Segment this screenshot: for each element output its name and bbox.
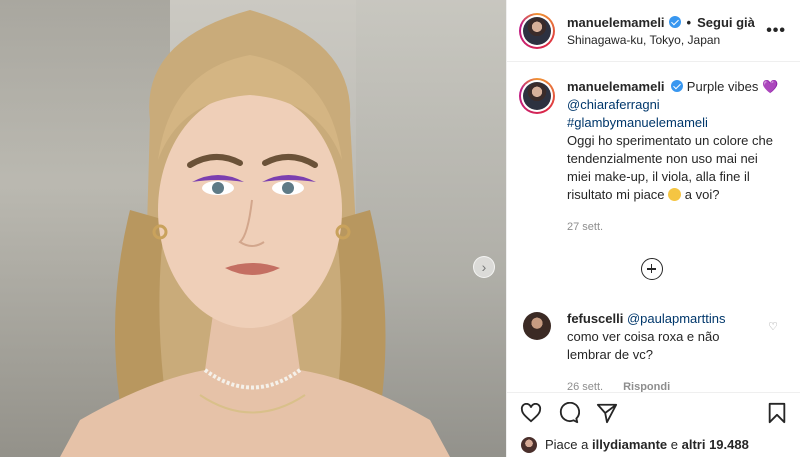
post-location[interactable]: Shinagawa-ku, Tokyo, Japan bbox=[567, 33, 755, 47]
following-button[interactable]: Segui già bbox=[697, 15, 755, 30]
comment-mention-link[interactable]: @paulapmarttins bbox=[627, 311, 725, 326]
caption-avatar[interactable] bbox=[519, 78, 555, 114]
post-caption: manuelemameli Purple vibes 💜 @chiaraferr… bbox=[519, 78, 784, 236]
post-header: manuelemameli • Segui già Shinagawa-ku, … bbox=[507, 0, 800, 62]
purple-heart-emoji: 💜 bbox=[761, 79, 779, 94]
post-photo[interactable]: › bbox=[0, 0, 506, 457]
save-bookmark-icon[interactable] bbox=[765, 401, 789, 425]
caption-avatar-image bbox=[523, 82, 551, 110]
caption-hashtag-link[interactable]: #glambymanuelemameli bbox=[567, 115, 708, 130]
grimacing-face-emoji-icon bbox=[668, 188, 682, 201]
separator-dot: • bbox=[686, 14, 692, 30]
comment-like-heart-icon[interactable]: ♡ bbox=[768, 320, 778, 333]
likes-prefix: Piace a bbox=[545, 437, 589, 452]
caption-text-start: Purple vibes bbox=[686, 79, 759, 94]
action-bar bbox=[507, 392, 800, 432]
plus-circle-icon[interactable] bbox=[640, 258, 663, 280]
commenter-username[interactable]: fefuscelli bbox=[567, 311, 623, 326]
likes-summary: Piace a illydiamante e altri 19.488 bbox=[507, 432, 800, 457]
caption-verified-badge-icon bbox=[671, 80, 684, 92]
verified-badge-icon bbox=[668, 16, 681, 28]
comment-text: como ver coisa roxa e não lembrar de vc? bbox=[567, 329, 720, 362]
portrait-illustration bbox=[60, 10, 450, 457]
liker-username[interactable]: illydiamante bbox=[592, 437, 667, 452]
comment-bubble-icon[interactable] bbox=[557, 401, 581, 425]
author-username[interactable]: manuelemameli bbox=[567, 15, 665, 30]
author-avatar[interactable] bbox=[519, 12, 555, 49]
share-paper-plane-icon[interactable] bbox=[595, 401, 619, 425]
liker-avatar[interactable] bbox=[521, 436, 537, 453]
author-avatar-image bbox=[523, 16, 551, 45]
comment-item: fefuscelli @paulapmarttins como ver cois… bbox=[519, 310, 784, 396]
caption-mention-link[interactable]: @chiaraferragni bbox=[567, 97, 660, 112]
caption-timestamp[interactable]: 27 sett. bbox=[567, 218, 784, 236]
commenter-avatar[interactable] bbox=[523, 312, 551, 340]
caption-text-end: a voi? bbox=[684, 187, 720, 202]
likes-count-link[interactable]: altri 19.488 bbox=[682, 437, 749, 452]
likes-joiner: e bbox=[670, 437, 678, 452]
next-photo-button[interactable]: › bbox=[473, 256, 495, 278]
load-more-comments[interactable] bbox=[519, 258, 784, 280]
like-heart-icon[interactable] bbox=[519, 401, 543, 425]
caption-username[interactable]: manuelemameli bbox=[567, 79, 665, 94]
more-options-icon[interactable]: ••• bbox=[766, 22, 786, 40]
comments-section: manuelemameli Purple vibes 💜 @chiaraferr… bbox=[507, 62, 800, 396]
post-sidebar: manuelemameli • Segui già Shinagawa-ku, … bbox=[506, 0, 800, 457]
